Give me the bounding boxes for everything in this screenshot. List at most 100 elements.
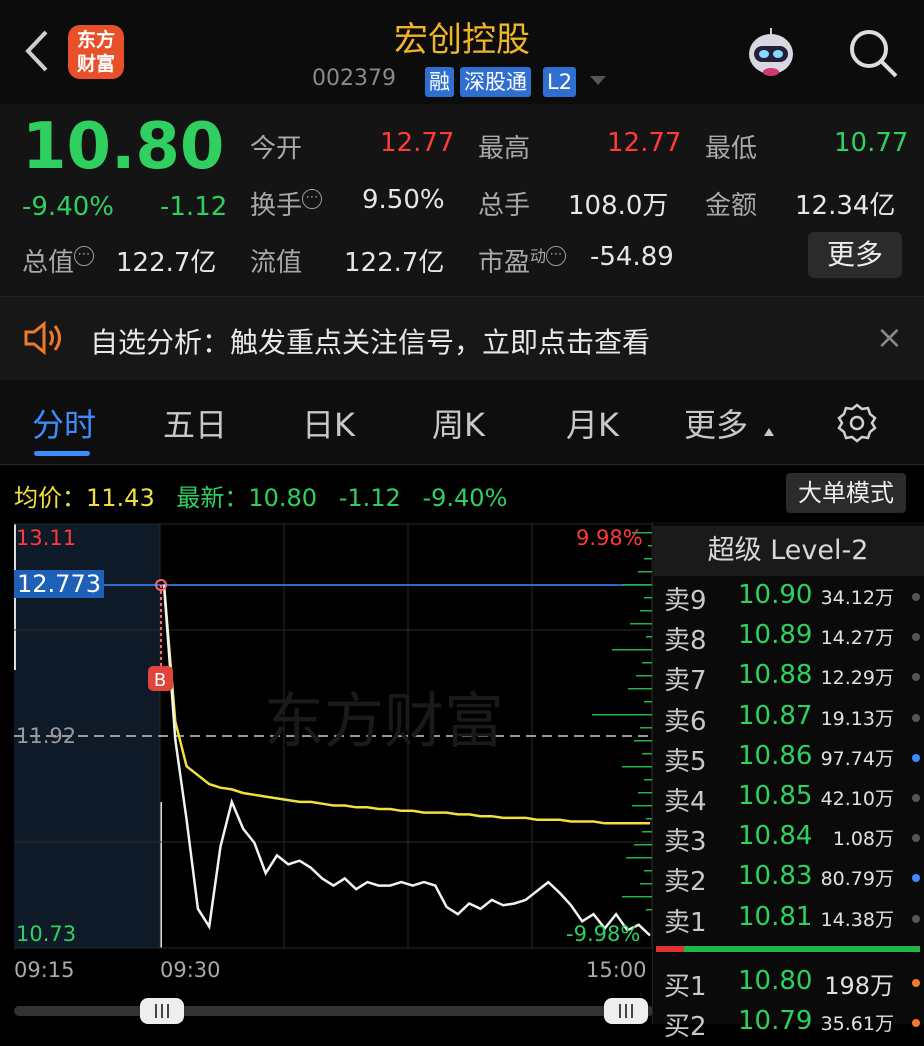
robot-assistant-icon[interactable] <box>742 28 800 80</box>
level-volume: 80.79万 <box>820 868 894 891</box>
sell-level-row[interactable]: 卖9 10.90 34.12万 <box>662 580 924 620</box>
y-label-bottom: 10.73 <box>16 922 77 946</box>
big-order-mode-button[interactable]: 大单模式 <box>786 473 906 513</box>
price-line <box>162 584 651 937</box>
level-label: 卖4 <box>664 787 707 817</box>
high-value: 12.77 <box>607 128 682 158</box>
level-dot <box>912 979 920 987</box>
legend-change: -1.12 <box>338 484 401 512</box>
tab-five-day[interactable]: 五日 <box>163 400 227 446</box>
legend-pct: -9.40% <box>422 484 508 512</box>
order-flow-bar <box>612 649 652 651</box>
level-volume: 34.12万 <box>820 587 894 609</box>
depth-bar-buy <box>656 946 684 952</box>
order-flow-bar <box>626 857 652 859</box>
level-label: 买1 <box>664 972 707 1002</box>
latest-label: 最新： <box>176 484 249 512</box>
volume-label: 总手 <box>478 191 531 221</box>
tab-intraday[interactable]: 分时 <box>32 400 96 446</box>
open-value: 12.77 <box>380 128 455 158</box>
pe-value: -54.89 <box>590 242 674 272</box>
sell-level-row[interactable]: 卖1 10.81 14.38万 <box>662 902 924 942</box>
level-volume: 97.74万 <box>820 747 894 770</box>
order-flow-bar <box>622 584 652 586</box>
turnover-label: 换手 ⋯ <box>250 185 323 222</box>
more-button[interactable]: 更多 <box>808 232 902 278</box>
float-label: 流值 <box>250 248 303 278</box>
y-label-top: 13.11 <box>16 526 77 550</box>
active-tab-indicator <box>34 451 90 456</box>
mcap-label: 总值 ⋯ <box>22 242 95 279</box>
pe-label: 市盈动 ⋯ <box>478 242 567 279</box>
order-flow-bar <box>622 766 652 768</box>
search-icon[interactable] <box>846 26 900 80</box>
sell-level-row[interactable]: 卖6 10.87 19.13万 <box>662 701 924 741</box>
avg-label: 均价： <box>14 484 86 512</box>
open-label: 今开 <box>250 134 303 164</box>
level-label: 买2 <box>664 1012 707 1043</box>
latest-value: 10.80 <box>248 484 318 512</box>
pct-label-top: 9.98% <box>576 526 643 550</box>
float-value: 122.7亿 <box>344 248 445 278</box>
order-flow-bar <box>592 714 652 716</box>
time-range-slider[interactable] <box>14 998 654 1024</box>
level-price: 10.80 <box>738 966 813 996</box>
tab-weekly-k[interactable]: 周K <box>432 400 485 446</box>
level-volume: 14.38万 <box>820 908 894 931</box>
turnover-value: 9.50% <box>362 185 445 215</box>
info-icon[interactable]: ⋯ <box>546 246 567 266</box>
buy-level-row[interactable]: 买1 10.80 198万 <box>662 966 924 1006</box>
level-price: 10.89 <box>738 620 813 651</box>
level-dot <box>912 794 920 802</box>
level-price: 10.79 <box>738 1006 813 1037</box>
level-volume: 42.10万 <box>820 788 894 810</box>
buy-level-row[interactable]: 买2 10.79 35.61万 <box>662 1006 924 1046</box>
intraday-chart[interactable]: B 东方财富 <box>14 522 654 950</box>
change-percent: -9.40% <box>22 192 114 222</box>
sell-level-row[interactable]: 卖4 10.85 42.10万 <box>662 781 924 821</box>
level-dot <box>912 1019 920 1028</box>
level-price: 10.85 <box>738 781 813 811</box>
info-icon[interactable]: ⋯ <box>74 246 95 266</box>
sell-level-row[interactable]: 卖5 10.86 97.74万 <box>662 741 924 781</box>
level-dot <box>912 753 920 762</box>
level-label: 卖9 <box>664 586 707 616</box>
sell-level-row[interactable]: 卖3 10.84 1.08万 <box>662 821 924 861</box>
high-label: 最高 <box>478 134 531 164</box>
info-icon[interactable]: ⋯ <box>302 189 323 209</box>
level-volume: 198万 <box>824 972 894 1000</box>
order-flow-bar <box>642 662 652 664</box>
low-value: 10.77 <box>834 128 909 158</box>
level-price: 10.83 <box>738 861 813 892</box>
level-label: 卖1 <box>664 907 707 938</box>
level-volume: 14.27万 <box>820 627 894 650</box>
tab-more[interactable]: 更多 <box>684 400 748 446</box>
amount-label: 金额 <box>705 191 758 221</box>
banner-text[interactable]: 自选分析：触发重点关注信号，立即点击查看 <box>90 321 650 361</box>
level-dot <box>912 834 920 843</box>
last-price: 10.80 <box>22 110 225 184</box>
tab-daily-k[interactable]: 日K <box>302 400 355 446</box>
order-flow-bar <box>644 597 652 599</box>
change-amount: -1.12 <box>160 192 228 222</box>
level-price: 10.86 <box>738 740 813 771</box>
level-volume: 1.08万 <box>832 828 894 851</box>
stock-code: 002379 <box>312 66 396 91</box>
avg-value: 11.43 <box>86 484 155 512</box>
gear-icon[interactable] <box>836 402 878 444</box>
dropdown-caret-icon[interactable] <box>590 76 606 85</box>
watermark: 东方财富 <box>264 687 504 757</box>
sell-level-row[interactable]: 卖7 10.88 12.29万 <box>662 660 924 700</box>
order-flow-bar <box>640 727 652 729</box>
level-label: 卖6 <box>664 706 707 737</box>
amount-value: 12.34亿 <box>795 191 896 221</box>
level-label: 卖5 <box>664 746 707 777</box>
speaker-icon <box>24 321 61 355</box>
y-label-mid: 11.92 <box>16 724 77 748</box>
tab-monthly-k[interactable]: 月K <box>566 400 619 446</box>
sell-level-row[interactable]: 卖8 10.89 14.27万 <box>662 620 924 660</box>
order-flow-bar <box>634 844 652 846</box>
sell-level-row[interactable]: 卖2 10.83 80.79万 <box>662 861 924 901</box>
close-icon[interactable]: × <box>876 318 903 356</box>
order-flow-bar <box>638 571 652 573</box>
